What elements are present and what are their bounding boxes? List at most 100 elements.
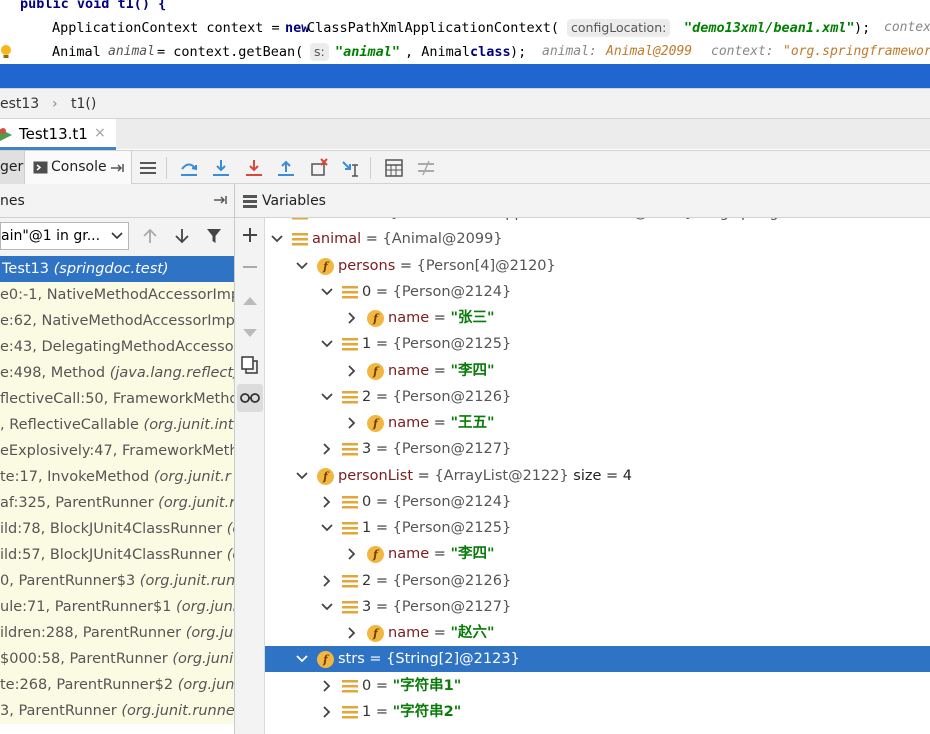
variable-row[interactable]: f name = "李四" — [265, 541, 930, 567]
parameter-hint: s: — [310, 43, 329, 61]
arrow-up-icon[interactable] — [142, 228, 158, 244]
evaluate-icon[interactable] — [383, 157, 405, 179]
arrow-down-icon[interactable] — [174, 228, 190, 244]
step-into-icon[interactable] — [210, 157, 232, 179]
chevron-down-icon[interactable] — [295, 463, 309, 489]
variable-row[interactable]: 1 = "字符串2" — [265, 699, 930, 725]
frame-row[interactable]: e0:-1, NativeMethodAccessorImp — [0, 282, 234, 308]
chevron-right-icon[interactable] — [345, 305, 359, 331]
chevron-right-icon[interactable] — [345, 541, 359, 567]
frame-row[interactable]: e:43, DelegatingMethodAccesso — [0, 334, 234, 360]
variable-row[interactable]: f name = "李四" — [265, 358, 930, 384]
add-icon[interactable] — [239, 224, 261, 246]
variable-row[interactable]: f name = "张三" — [265, 305, 930, 331]
variable-text: 1 = {Person@2125} — [362, 515, 511, 541]
code-editor[interactable]: public void t1() { ApplicationContext co… — [0, 0, 930, 88]
thread-dropdown[interactable]: ain"@1 in gr... — [0, 222, 129, 250]
chevron-down-icon[interactable] — [295, 646, 309, 672]
breadcrumb-method[interactable]: t1() — [71, 89, 96, 119]
variable-row[interactable]: f name = "赵六" — [265, 620, 930, 646]
force-step-into-icon[interactable] — [243, 157, 265, 179]
variable-row[interactable]: 0 = {Person@2124} — [265, 489, 930, 515]
step-out-icon[interactable] — [275, 157, 297, 179]
variable-equals: = — [429, 363, 451, 379]
variable-row[interactable]: f personList = {ArrayList@2122} size = 4 — [265, 463, 930, 489]
frame-row[interactable]: , ReflectiveCallable (org.junit.int — [0, 412, 234, 438]
variable-row[interactable]: 3 = {Person@2127} — [265, 436, 930, 462]
frame-row[interactable]: eExplosively:47, FrameworkMeth — [0, 438, 234, 464]
variable-row[interactable]: 0 = "字符串1" — [265, 673, 930, 699]
chevron-right-icon[interactable] — [345, 620, 359, 646]
variable-value: "李四" — [450, 546, 495, 562]
view-toggle[interactable] — [237, 384, 263, 412]
tab-console[interactable]: Console — [24, 151, 132, 184]
frame-row[interactable]: te:17, InvokeMethod (org.junit.r — [0, 464, 234, 490]
variable-row[interactable]: 2 = {Person@2126} — [265, 568, 930, 594]
variable-row[interactable]: f name = "王五" — [265, 410, 930, 436]
frame-row[interactable]: $000:58, ParentRunner (org.juni — [0, 646, 234, 672]
frame-row[interactable]: ule:71, ParentRunner$1 (org.junit — [0, 594, 234, 620]
copy-icon[interactable] — [239, 354, 261, 376]
chevron-right-icon[interactable] — [320, 489, 334, 515]
move-down-icon[interactable] — [239, 322, 261, 344]
variable-row[interactable]: 3 = {Person@2127} — [265, 594, 930, 620]
variable-row[interactable]: 1 = {Person@2125} — [265, 331, 930, 357]
breadcrumb: est13 › t1() — [0, 88, 930, 118]
drop-frame-icon[interactable] — [308, 157, 330, 179]
run-to-cursor-icon[interactable] — [340, 157, 362, 179]
variable-row[interactable]: 0 = {Person@2124} — [265, 279, 930, 305]
frame-method: ildren:288, ParentRunner — [0, 625, 186, 641]
chevron-right-icon[interactable] — [320, 673, 334, 699]
filter-icon[interactable] — [206, 228, 222, 244]
pin-icon[interactable] — [214, 195, 228, 205]
frame-row[interactable]: ildren:288, ParentRunner (org.jui — [0, 620, 234, 646]
variable-row[interactable]: f strs = {String[2]@2123} — [265, 646, 930, 672]
frame-row[interactable]: ild:78, BlockJUnit4ClassRunner (o — [0, 516, 234, 542]
chevron-down-icon[interactable] — [320, 331, 334, 357]
chevron-down-icon[interactable] — [320, 384, 334, 410]
frame-row[interactable]: e:498, Method (java.lang.reflect) — [0, 360, 234, 386]
variable-equals: = — [413, 468, 435, 484]
frame-row[interactable]: te:268, ParentRunner$2 (org.jun — [0, 672, 234, 698]
variable-row[interactable]: 1 = {Person@2125} — [265, 515, 930, 541]
move-up-icon[interactable] — [239, 290, 261, 312]
tab-debugger[interactable]: ger — [0, 151, 24, 184]
chevron-down-icon[interactable] — [320, 515, 334, 541]
variable-equals: = — [371, 704, 393, 720]
frame-row[interactable]: 3, ParentRunner (org.junit.runne — [0, 698, 235, 724]
layout-icon[interactable] — [137, 157, 159, 179]
chevron-down-icon[interactable] — [320, 594, 334, 620]
bulb-icon[interactable] — [0, 44, 12, 60]
chevron-down-icon[interactable] — [320, 279, 334, 305]
frame-package: (org.junit.runne — [121, 703, 235, 719]
session-tab-test13[interactable]: Test13.t1 × — [0, 119, 116, 150]
variable-row[interactable]: context = {ClassPathXmlApplicationContex… — [265, 218, 930, 226]
pin-icon[interactable] — [111, 163, 125, 173]
chevron-down-icon[interactable] — [270, 218, 284, 226]
frame-row[interactable]: af:325, ParentRunner (org.junit.ru — [0, 490, 234, 516]
trace-icon[interactable] — [415, 157, 437, 179]
chevron-right-icon[interactable] — [345, 410, 359, 436]
frame-row[interactable]: Test13 (springdoc.test) — [0, 256, 234, 282]
remove-icon[interactable] — [239, 256, 261, 278]
frame-row[interactable]: ild:57, BlockJUnit4ClassRunner (o — [0, 542, 234, 568]
chevron-down-icon[interactable] — [270, 226, 284, 252]
frame-row[interactable]: flectiveCall:50, FrameworkMetho — [0, 386, 234, 412]
frame-row[interactable]: 0, ParentRunner$3 (org.junit.runi — [0, 568, 234, 594]
chevron-right-icon[interactable] — [345, 358, 359, 384]
chevron-right-icon[interactable] — [320, 436, 334, 462]
keyword-new: new — [285, 20, 310, 36]
variable-row[interactable]: animal = {Animal@2099} — [265, 226, 930, 252]
variable-row[interactable]: 2 = {Person@2126} — [265, 384, 930, 410]
breadcrumb-class[interactable]: est13 — [0, 89, 39, 119]
chevron-down-icon[interactable] — [295, 253, 309, 279]
variable-name: 1 — [362, 520, 372, 536]
variable-row[interactable]: f persons = {Person[4]@2120} — [265, 253, 930, 279]
step-over-icon[interactable] — [178, 157, 200, 179]
chevron-right-icon[interactable] — [320, 568, 334, 594]
chevron-right-icon[interactable] — [320, 699, 334, 725]
close-icon[interactable]: × — [94, 125, 106, 141]
frame-package: (org.juni — [172, 651, 234, 667]
frame-row[interactable]: e:62, NativeMethodAccessorImp — [0, 308, 234, 334]
variable-name: personList — [338, 468, 414, 484]
